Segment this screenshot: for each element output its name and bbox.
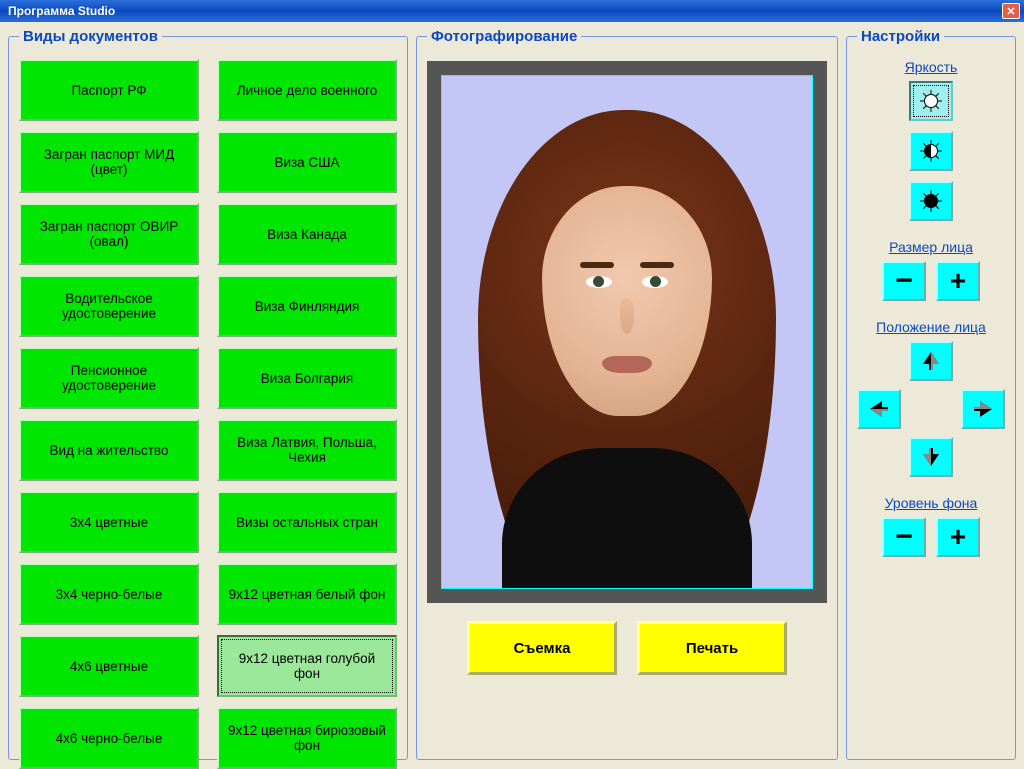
face-size-plus-button[interactable]: + [936,261,980,301]
document-type-button[interactable]: Загран паспорт МИД (цвет) [19,131,199,193]
brightness-dark-button[interactable] [909,181,953,221]
bg-level-plus-button[interactable]: + [936,517,980,557]
face-up-button[interactable] [909,341,953,381]
document-type-button[interactable]: Паспорт РФ [19,59,199,121]
brightness-light-button[interactable] [909,81,953,121]
minus-icon: − [895,520,913,554]
document-types-group: Виды документов Паспорт РФ Личное дело во… [8,28,408,760]
brightness-medium-button[interactable] [909,131,953,171]
document-type-button[interactable]: 4х6 черно-белые [19,707,199,769]
window-title: Программа Studio [8,4,115,18]
bg-level-label: Уровень фона [885,495,978,511]
print-button[interactable]: Печать [637,621,787,675]
arrow-right-icon [971,397,995,421]
document-type-button[interactable]: Пенсионное удостоверение [19,347,199,409]
face-size-label: Размер лица [889,239,973,255]
sun-half-icon [924,144,938,158]
document-type-button[interactable]: 3х4 черно-белые [19,563,199,625]
photograph-group: Фотографирование Съемка Печать [416,28,838,760]
settings-group: Настройки Яркость [846,28,1016,760]
close-button[interactable]: ✕ [1002,3,1020,19]
face-size-minus-button[interactable]: − [882,261,926,301]
arrow-left-icon [867,397,891,421]
minus-icon: − [895,264,913,298]
face-position-label: Положение лица [876,319,986,335]
face-down-button[interactable] [909,437,953,477]
photo-frame [427,61,827,603]
document-type-button[interactable]: 4х6 цветные [19,635,199,697]
document-type-button[interactable]: Водительское удостоверение [19,275,199,337]
sun-solid-icon [924,194,938,208]
document-type-button[interactable]: Визы остальных стран [217,491,397,553]
photograph-legend: Фотографирование [427,28,581,45]
arrow-up-icon [919,349,943,373]
capture-button[interactable]: Съемка [467,621,617,675]
document-types-legend: Виды документов [19,28,162,45]
photo-preview [441,75,813,589]
document-type-button[interactable]: Виза Финляндия [217,275,397,337]
sun-outline-icon [924,94,938,108]
document-type-button[interactable]: 3х4 цветные [19,491,199,553]
face-left-button[interactable] [857,389,901,429]
document-type-button[interactable]: Вид на жительство [19,419,199,481]
document-type-button[interactable]: Виза Болгария [217,347,397,409]
document-type-button[interactable]: Виза Канада [217,203,397,265]
document-type-button[interactable]: 9х12 цветная голубой фон [217,635,397,697]
document-type-button[interactable]: Виза США [217,131,397,193]
portrait-shirt [502,448,752,589]
document-type-button[interactable]: 9х12 цветная бирюзовый фон [217,707,397,769]
brightness-label: Яркость [905,59,958,75]
document-type-button[interactable]: Личное дело военного [217,59,397,121]
face-right-button[interactable] [961,389,1005,429]
document-type-button[interactable]: Загран паспорт ОВИР (овал) [19,203,199,265]
close-icon: ✕ [1006,5,1015,18]
document-type-button[interactable]: Виза Латвия, Польша, Чехия [217,419,397,481]
plus-icon: + [950,521,966,553]
settings-legend: Настройки [857,28,944,45]
plus-icon: + [950,265,966,297]
arrow-down-icon [919,445,943,469]
bg-level-minus-button[interactable]: − [882,517,926,557]
document-type-button[interactable]: 9х12 цветная белый фон [217,563,397,625]
